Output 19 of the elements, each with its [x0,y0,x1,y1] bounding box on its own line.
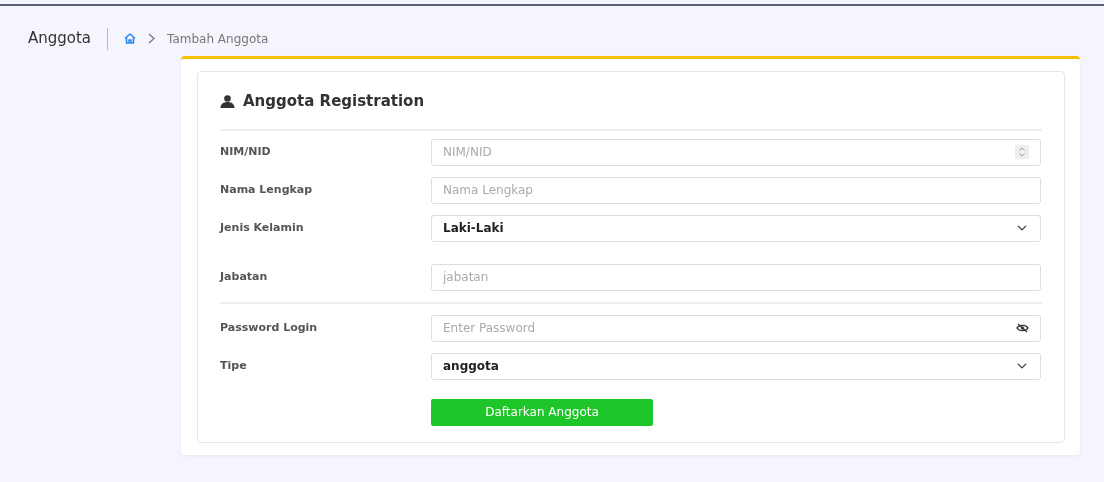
dropdown[interactable]: anggota [431,352,1041,380]
field-label: Jabatan [220,268,269,285]
input-field[interactable]: Nama Lengkap [431,176,1041,204]
form-title: Anggota Registration [243,91,425,112]
dropdown[interactable]: Laki-Laki [431,214,1041,242]
page-title: Anggota [28,28,92,50]
field-label: Jenis Kelamin [220,219,305,236]
field-label: NIM/NID [220,143,272,160]
field-label: Password Login [220,319,319,336]
user-icon [220,94,235,108]
password-field[interactable]: Enter Password [431,314,1041,342]
eye-slash-icon[interactable] [1016,322,1029,333]
home-icon[interactable] [124,33,137,44]
input-field[interactable]: NIM/NID [431,138,1041,166]
breadcrumb-item: Tambah Anggota [167,30,269,48]
field-label: Nama Lengkap [220,181,314,198]
field-label: Tipe [220,357,248,374]
input-field[interactable]: jabatan [431,263,1041,291]
chevron-right-icon [148,33,156,44]
